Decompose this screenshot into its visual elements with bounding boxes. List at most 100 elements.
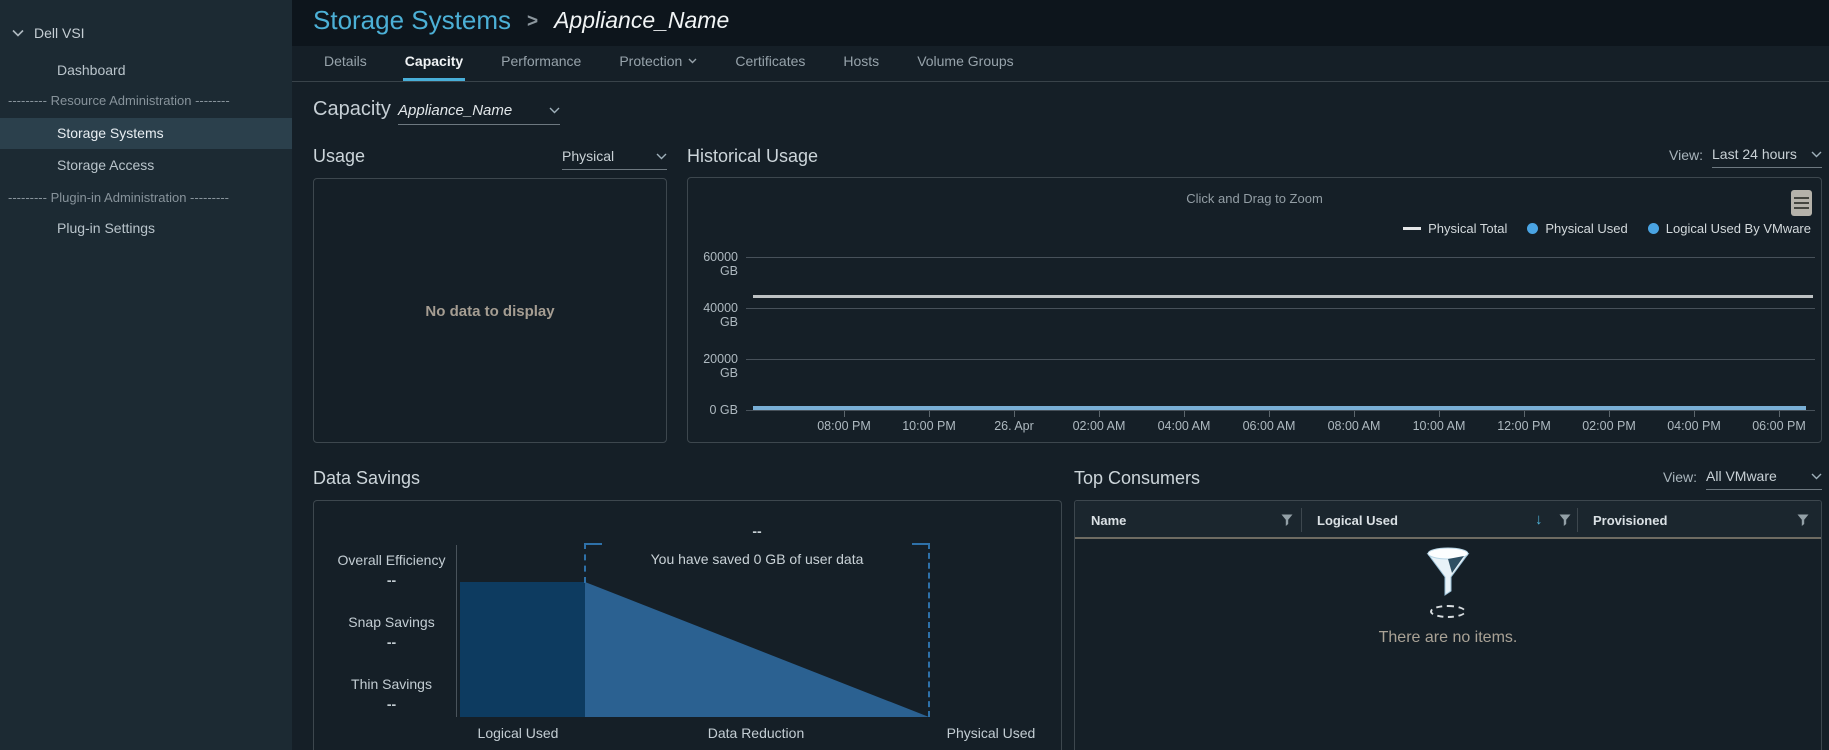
funnel-label-data-reduction: Data Reduction xyxy=(676,725,836,741)
sort-descending-icon[interactable]: ↓ xyxy=(1535,511,1543,528)
sidebar-item-storage-systems[interactable]: Storage Systems xyxy=(0,118,292,149)
x-axis-label: 08:00 PM xyxy=(804,419,884,433)
filter-icon[interactable] xyxy=(1281,514,1293,527)
usage-panel: No data to display xyxy=(313,178,667,443)
savings-axis-line xyxy=(456,545,457,717)
dot-marker-icon xyxy=(1648,223,1659,234)
top-consumers-view-selector[interactable]: All VMware xyxy=(1706,468,1822,490)
top-consumers-view-control: View: All VMware xyxy=(1663,468,1822,490)
chart-menu-icon[interactable] xyxy=(1791,190,1812,216)
y-axis-label: 60000 GB xyxy=(688,250,738,278)
sidebar-root-label: Dell VSI xyxy=(34,25,85,41)
gridline-60000 xyxy=(746,257,1815,258)
series-physical-total-line xyxy=(753,295,1813,298)
sidebar-separator-resource-administration: --------- Resource Administration ------… xyxy=(8,93,292,108)
sidebar: Dell VSI Dashboard --------- Resource Ad… xyxy=(0,0,292,750)
x-axis-label: 10:00 AM xyxy=(1399,419,1479,433)
appliance-selector-value: Appliance_Name xyxy=(398,102,512,119)
appliance-selector[interactable]: Appliance_Name xyxy=(398,102,560,125)
legend-physical-used[interactable]: Physical Used xyxy=(1527,221,1627,236)
chevron-down-icon xyxy=(656,153,667,160)
legend-physical-total[interactable]: Physical Total xyxy=(1403,221,1507,236)
historical-usage-chart[interactable]: Click and Drag to Zoom Physical Total Ph… xyxy=(687,177,1822,443)
savings-bracket-right-corner xyxy=(912,543,930,545)
savings-bracket-right-dash xyxy=(928,543,930,717)
tab-volume-groups[interactable]: Volume Groups xyxy=(915,53,1016,81)
capacity-section-title: Capacity xyxy=(313,98,391,121)
gridline-20000 xyxy=(746,359,1815,360)
metric-thin-savings-label: Thin Savings xyxy=(324,676,459,692)
empty-funnel-icon xyxy=(1424,547,1472,601)
y-axis-label: 0 GB xyxy=(688,403,738,417)
data-savings-panel: Overall Efficiency -- Snap Savings -- Th… xyxy=(313,500,1062,750)
data-reduction-wedge xyxy=(585,582,929,717)
funnel-label-physical-used: Physical Used xyxy=(911,725,1071,741)
top-consumers-view-label: View: xyxy=(1663,468,1697,485)
top-consumers-empty-message: There are no items. xyxy=(1075,629,1821,647)
usage-metric-selector[interactable]: Physical xyxy=(562,148,667,170)
column-header-logical-used[interactable]: Logical Used xyxy=(1317,513,1398,528)
sidebar-separator-plugin-administration: --------- Plugin-in Administration -----… xyxy=(8,190,292,205)
x-axis-label: 02:00 AM xyxy=(1059,419,1139,433)
top-consumers-view-value: All VMware xyxy=(1706,468,1777,484)
tab-certificates[interactable]: Certificates xyxy=(733,53,807,81)
tab-hosts[interactable]: Hosts xyxy=(841,53,881,81)
column-divider[interactable] xyxy=(1301,508,1302,532)
tab-details[interactable]: Details xyxy=(322,53,369,81)
x-axis-label: 08:00 AM xyxy=(1314,419,1394,433)
historical-view-control: View: Last 24 hours xyxy=(1669,146,1822,168)
y-axis-label: 40000 GB xyxy=(688,301,738,329)
chart-zoom-hint: Click and Drag to Zoom xyxy=(688,191,1821,206)
filter-icon[interactable] xyxy=(1559,514,1571,527)
tab-capacity[interactable]: Capacity xyxy=(403,53,465,81)
tab-bar: Details Capacity Performance Protection … xyxy=(292,46,1829,82)
legend-logical-used-by-vmware[interactable]: Logical Used By VMware xyxy=(1648,221,1811,236)
column-header-provisioned[interactable]: Provisioned xyxy=(1593,513,1667,528)
chevron-down-icon xyxy=(12,29,24,37)
tab-performance[interactable]: Performance xyxy=(499,53,583,81)
y-axis-label: 20000 GB xyxy=(688,352,738,380)
chart-legend: Physical Total Physical Used Logical Use… xyxy=(1403,221,1811,236)
metric-overall-efficiency-label: Overall Efficiency xyxy=(324,552,459,568)
funnel-drip-ellipse xyxy=(1430,605,1466,618)
gridline-0 xyxy=(746,410,1815,411)
dot-marker-icon xyxy=(1527,223,1538,234)
breadcrumb: Storage Systems > Appliance_Name xyxy=(313,5,729,36)
chevron-down-icon xyxy=(549,107,560,114)
sidebar-item-plugin-settings[interactable]: Plug-in Settings xyxy=(0,213,292,244)
gridline-40000 xyxy=(746,308,1815,309)
x-axis-label: 04:00 AM xyxy=(1144,419,1224,433)
usage-empty-message: No data to display xyxy=(314,303,666,320)
usage-metric-selector-value: Physical xyxy=(562,148,614,164)
top-consumers-table: Name Logical Used ↓ Provisioned There ar… xyxy=(1074,500,1822,750)
breadcrumb-storage-systems[interactable]: Storage Systems xyxy=(313,5,511,36)
savings-banner-text: You have saved 0 GB of user data xyxy=(585,551,929,567)
savings-bracket-left-corner xyxy=(584,543,602,545)
funnel-label-logical-used: Logical Used xyxy=(438,725,598,741)
table-header-row: Name Logical Used ↓ Provisioned xyxy=(1075,501,1821,539)
chevron-down-icon xyxy=(1811,473,1822,480)
data-savings-title: Data Savings xyxy=(313,468,420,489)
historical-view-label: View: xyxy=(1669,146,1703,163)
line-marker-icon xyxy=(1403,227,1421,230)
x-axis-label: 04:00 PM xyxy=(1654,419,1734,433)
sidebar-item-storage-access[interactable]: Storage Access xyxy=(0,150,292,181)
metric-thin-savings-value: -- xyxy=(324,696,459,712)
historical-usage-title: Historical Usage xyxy=(687,146,818,167)
column-header-name[interactable]: Name xyxy=(1091,513,1126,528)
chevron-down-icon xyxy=(688,58,697,64)
x-axis-label: 26. Apr xyxy=(974,419,1054,433)
x-axis-label: 10:00 PM xyxy=(889,419,969,433)
metric-snap-savings-value: -- xyxy=(324,634,459,650)
sidebar-item-dashboard[interactable]: Dashboard xyxy=(0,55,292,86)
filter-icon[interactable] xyxy=(1797,514,1809,527)
tab-protection[interactable]: Protection xyxy=(617,53,699,81)
historical-view-selector[interactable]: Last 24 hours xyxy=(1712,146,1822,168)
x-axis-label: 02:00 PM xyxy=(1569,419,1649,433)
series-logical-used-line xyxy=(753,406,1806,410)
usage-section-title: Usage xyxy=(313,146,365,167)
top-consumers-title: Top Consumers xyxy=(1074,468,1200,489)
column-divider[interactable] xyxy=(1577,508,1578,532)
breadcrumb-separator-icon: > xyxy=(527,11,538,33)
sidebar-item-dell-vsi[interactable]: Dell VSI xyxy=(12,25,85,41)
